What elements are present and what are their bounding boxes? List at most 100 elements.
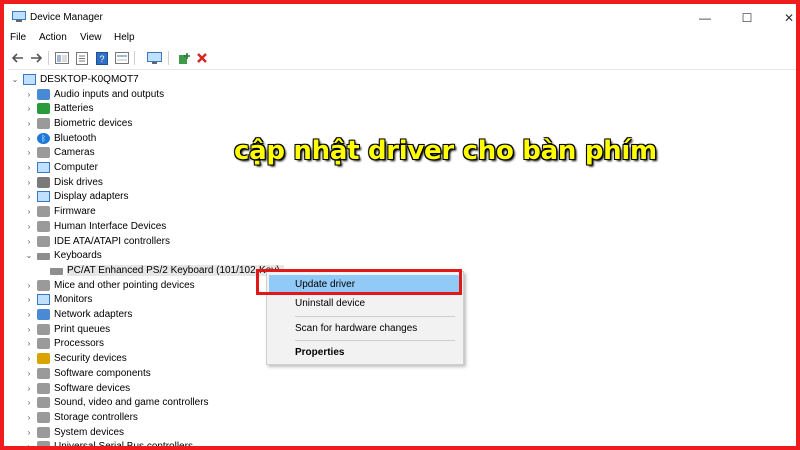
close-button[interactable]: ✕	[772, 8, 796, 28]
chevron-right-icon[interactable]: ›	[24, 134, 34, 143]
category-item[interactable]: › Firmware	[24, 205, 96, 219]
category-item[interactable]: › Processors	[24, 337, 104, 351]
category-item[interactable]: › Computer	[24, 161, 98, 175]
uninstall-device-item[interactable]: Uninstall device	[269, 294, 461, 312]
menu-view[interactable]: View	[80, 32, 102, 43]
add-driver-icon[interactable]	[176, 50, 192, 66]
uninstall-icon[interactable]	[194, 50, 210, 66]
tree-item-label: Disk drives	[54, 176, 103, 188]
category-item[interactable]: › Storage controllers	[24, 410, 138, 424]
ide-icon	[37, 235, 50, 247]
menu-bar: File Action View Help	[8, 29, 796, 47]
chevron-right-icon[interactable]: ›	[24, 384, 34, 393]
chevron-right-icon[interactable]: ›	[24, 354, 34, 363]
chevron-right-icon[interactable]: ›	[24, 442, 34, 446]
chevron-right-icon[interactable]: ›	[24, 148, 34, 157]
chevron-right-icon[interactable]: ›	[24, 104, 34, 113]
category-item[interactable]: › Sound, video and game controllers	[24, 396, 209, 410]
chevron-right-icon[interactable]: ›	[24, 178, 34, 187]
window-title: Device Manager	[30, 12, 103, 23]
keyboard-icon	[37, 253, 50, 261]
properties-item[interactable]: Properties	[269, 343, 461, 361]
menu-help[interactable]: Help	[114, 32, 135, 43]
category-item[interactable]: › Batteries	[24, 102, 93, 116]
menu-separator	[295, 340, 455, 341]
firmware-icon	[37, 206, 50, 218]
category-item[interactable]: › Biometric devices	[24, 116, 132, 130]
monitor-scan-icon[interactable]	[146, 50, 162, 66]
maximize-icon: ☐	[741, 11, 753, 25]
forward-icon[interactable]	[28, 50, 44, 66]
menu-action[interactable]: Action	[39, 32, 67, 43]
hid-icon	[37, 220, 50, 232]
chevron-right-icon[interactable]: ›	[24, 295, 34, 304]
speaker-icon	[37, 88, 50, 100]
category-item[interactable]: › ᛒ Bluetooth	[24, 131, 96, 145]
category-item[interactable]: › Software components	[24, 366, 151, 380]
toolbar: ?	[8, 47, 796, 70]
category-item[interactable]: › IDE ATA/ATAPI controllers	[24, 234, 170, 248]
category-item[interactable]: › Print queues	[24, 322, 110, 336]
tree-item-label: Software devices	[54, 382, 131, 394]
category-item[interactable]: › Network adapters	[24, 308, 132, 322]
disk-icon	[37, 176, 50, 188]
chevron-right-icon[interactable]: ›	[24, 222, 34, 231]
chevron-right-icon[interactable]: ›	[24, 90, 34, 99]
computer-icon	[23, 73, 36, 85]
chevron-right-icon[interactable]: ›	[24, 369, 34, 378]
properties-icon[interactable]	[74, 50, 90, 66]
category-item[interactable]: › Monitors	[24, 293, 92, 307]
category-item[interactable]: › Audio inputs and outputs	[24, 87, 164, 101]
menu-file[interactable]: File	[10, 32, 26, 43]
device-item[interactable]: PC/AT Enhanced PS/2 Keyboard (101/102-Ke…	[50, 263, 284, 277]
category-item[interactable]: › Universal Serial Bus controllers	[24, 440, 193, 446]
tree-root-label: DESKTOP-K0QMOT7	[40, 73, 139, 85]
maximize-button[interactable]: ☐	[730, 8, 764, 28]
chevron-right-icon[interactable]: ›	[24, 398, 34, 407]
chevron-right-icon[interactable]: ›	[24, 428, 34, 437]
chevron-down-icon[interactable]: ⌄	[24, 251, 34, 260]
back-icon[interactable]	[10, 50, 26, 66]
highlight-box	[256, 269, 462, 295]
tree-root[interactable]: ⌄ DESKTOP-K0QMOT7	[10, 72, 139, 86]
chevron-right-icon[interactable]: ›	[24, 237, 34, 246]
help-icon[interactable]: ?	[94, 50, 110, 66]
menu-separator	[295, 316, 455, 317]
category-item[interactable]: › Mice and other pointing devices	[24, 278, 195, 292]
toolbar-separator	[134, 51, 135, 65]
category-item[interactable]: ⌄ Keyboards	[24, 249, 102, 263]
computer-icon	[37, 162, 50, 173]
chevron-right-icon[interactable]: ›	[24, 281, 34, 290]
details-icon[interactable]	[114, 50, 130, 66]
tree-item-label: Batteries	[54, 103, 94, 115]
keyboard-icon	[50, 267, 63, 275]
chevron-down-icon[interactable]: ⌄	[10, 75, 20, 84]
category-item[interactable]: › Disk drives	[24, 175, 103, 189]
tree-item-label: PC/AT Enhanced PS/2 Keyboard (101/102-Ke…	[67, 264, 284, 276]
category-item[interactable]: › Software devices	[24, 381, 130, 395]
category-item[interactable]: › Security devices	[24, 352, 127, 366]
chevron-right-icon[interactable]: ›	[24, 163, 34, 172]
chevron-right-icon[interactable]: ›	[24, 325, 34, 334]
category-item[interactable]: › System devices	[24, 425, 124, 439]
tree-item-label: Sound, video and game controllers	[54, 397, 209, 409]
monitor-icon	[37, 294, 50, 306]
category-item[interactable]: › Display adapters	[24, 190, 128, 204]
chevron-right-icon[interactable]: ›	[24, 119, 34, 128]
software-icon	[37, 367, 50, 379]
chevron-right-icon[interactable]: ›	[24, 413, 34, 422]
tree-item-label: Print queues	[54, 323, 111, 335]
chevron-right-icon[interactable]: ›	[24, 192, 34, 201]
category-item[interactable]: › Cameras	[24, 146, 95, 160]
chevron-right-icon[interactable]: ›	[24, 207, 34, 216]
category-item[interactable]: › Human Interface Devices	[24, 219, 166, 233]
title-bar: Device Manager — ☐ ✕	[8, 8, 796, 28]
minimize-button[interactable]: —	[688, 8, 722, 28]
chevron-right-icon[interactable]: ›	[24, 310, 34, 319]
svg-text:?: ?	[99, 54, 104, 64]
scan-hardware-item[interactable]: Scan for hardware changes	[269, 319, 461, 337]
tree-view-icon[interactable]	[54, 50, 70, 66]
tree-item-label: Monitors	[54, 294, 93, 306]
security-icon	[37, 353, 50, 365]
chevron-right-icon[interactable]: ›	[24, 339, 34, 348]
